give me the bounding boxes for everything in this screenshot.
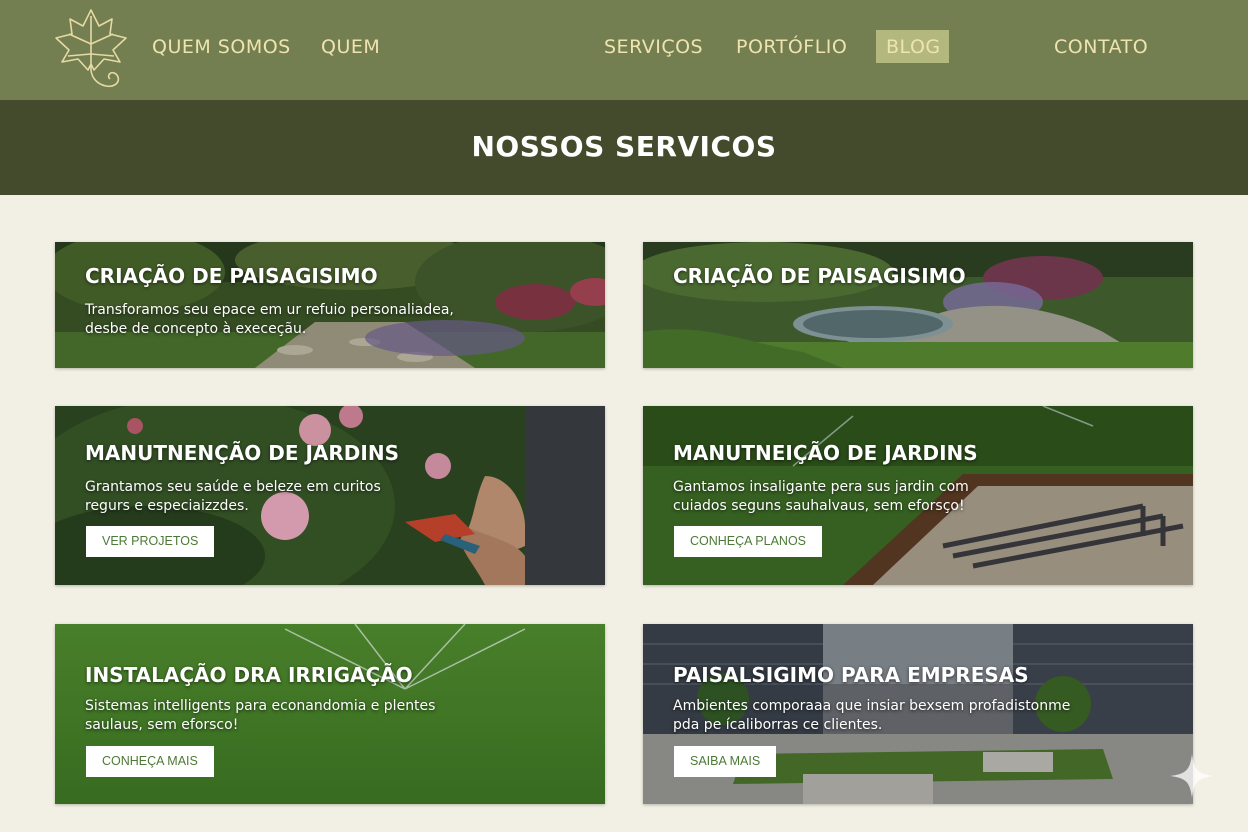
service-card-manutencao-2[interactable]: MANUTNEIÇÃO DE JARDINS Gantamos insaliga… xyxy=(643,406,1193,585)
nav-blog[interactable]: BLOG xyxy=(886,34,941,60)
page-title: NOSSOS SERVICOS xyxy=(471,130,777,163)
service-card-irrigacao[interactable]: INSTALAÇÃO DRA IRRIGAÇÃO Sistemas intell… xyxy=(55,624,605,804)
card-description: Sistemas intelligents para econandomia e… xyxy=(85,698,436,733)
card-description: Gantamos insaligante pera sus jardin com… xyxy=(673,479,969,514)
card-title: INSTALAÇÃO DRA IRRIGAÇÃO xyxy=(85,663,413,687)
conheca-mais-button[interactable]: CONHEÇA MAIS xyxy=(86,746,214,777)
conheca-planos-button[interactable]: CONHEÇA PLANOS xyxy=(674,526,823,557)
ver-projetos-button[interactable]: VER PROJETOS xyxy=(86,526,215,557)
service-card-paisagismo-1[interactable]: CRIAÇÃO DE PAISAGISIMO Transforamos seu … xyxy=(55,242,605,368)
nav-portfolio[interactable]: PORTÓFLIO xyxy=(736,34,847,60)
site-header: QUEM SOMOS QUEM SERVIÇOS PORTÓFLIO BLOG … xyxy=(0,0,1248,100)
nav-servicos[interactable]: SERVIÇOS xyxy=(604,34,703,60)
card-title: CRIAÇÃO DE PAISAGISIMO xyxy=(85,264,378,288)
nav-quem-somos[interactable]: QUEM SOMOS xyxy=(152,34,291,60)
card-description: Ambientes comporaaa que insiar bexsem pr… xyxy=(673,698,1071,733)
service-card-manutencao-1[interactable]: MANUTNENÇÃO DE JARDINS Grantamos seu saú… xyxy=(55,406,605,585)
garden-pond-image xyxy=(643,242,1193,368)
service-card-paisagismo-2[interactable]: CRIAÇÃO DE PAISAGISIMO xyxy=(643,242,1193,368)
service-card-empresas[interactable]: PAISALSIGIMO PARA EMPRESAS Ambientes com… xyxy=(643,624,1193,804)
card-description: Transforamos seu epace em ur refuio pers… xyxy=(85,302,454,337)
card-description: Grantamos seu saúde e beleze em curitos … xyxy=(85,479,381,514)
card-title: PAISALSIGIMO PARA EMPRESAS xyxy=(673,663,1029,687)
card-title: CRIAÇÃO DE PAISAGISIMO xyxy=(673,264,966,288)
saiba-mais-button[interactable]: SAIBA MAIS xyxy=(674,746,777,777)
card-title: MANUTNENÇÃO DE JARDINS xyxy=(85,441,399,465)
nav-quem[interactable]: QUEM xyxy=(321,34,380,60)
card-title: MANUTNEIÇÃO DE JARDINS xyxy=(673,441,978,465)
section-banner: NOSSOS SERVICOS xyxy=(0,100,1248,195)
sparkle-icon xyxy=(1170,754,1214,798)
ivy-leaf-logo-icon[interactable] xyxy=(50,4,132,92)
nav-contato[interactable]: CONTATO xyxy=(1054,34,1148,60)
